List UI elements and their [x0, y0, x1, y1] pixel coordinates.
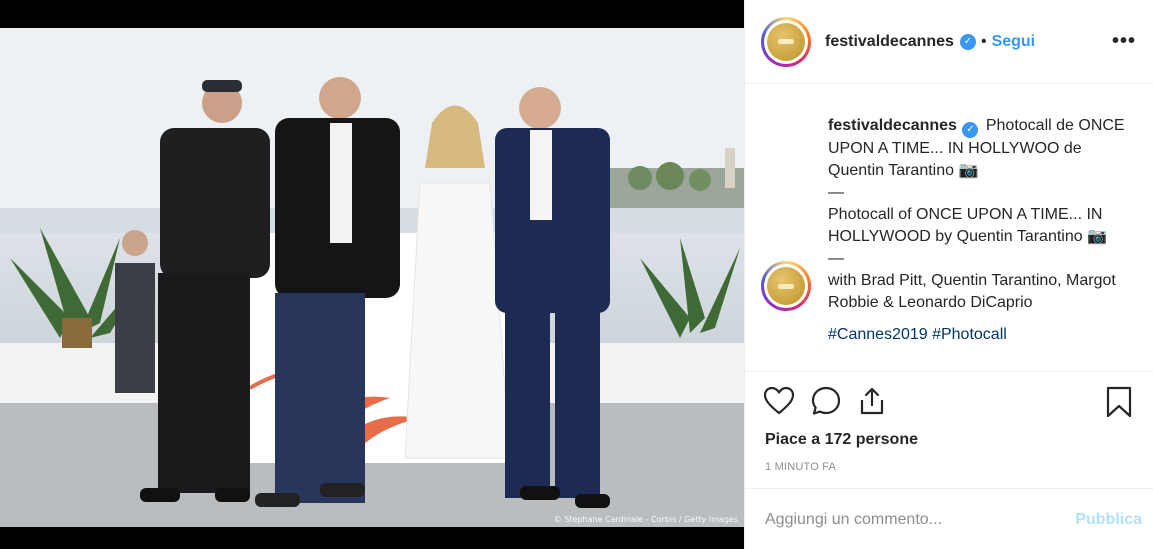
- cannes-logo-icon: [767, 267, 805, 305]
- caption-hashtags[interactable]: #Cannes2019 #Photocall: [828, 326, 1007, 343]
- photo-illustration: [0, 28, 744, 527]
- bookmark-icon[interactable]: [1106, 386, 1132, 418]
- likes-count[interactable]: Piace a 172 persone: [765, 431, 918, 449]
- post-actions: Piace a 172 persone 1 MINUTO FA Pubblica: [745, 371, 1153, 549]
- post-caption: festivaldecannes ✓ Photocall de ONCE UPO…: [828, 115, 1138, 346]
- header-username[interactable]: festivaldecannes: [825, 33, 954, 51]
- post-sidebar: festivaldecannes ✓ • Segui ••• festivald…: [744, 0, 1153, 549]
- header-separator: •: [980, 32, 987, 50]
- follow-button[interactable]: Segui: [992, 33, 1036, 51]
- share-icon[interactable]: [857, 386, 887, 416]
- comment-bubble-icon[interactable]: [811, 386, 841, 416]
- avatar-inner: [764, 19, 808, 64]
- post-header: festivaldecannes ✓ • Segui •••: [745, 0, 1153, 84]
- caption-dash-2: —: [828, 250, 844, 267]
- caption-line-en: Photocall of ONCE UPON A TIME... IN HOLL…: [828, 206, 1107, 245]
- caption-with-line: with Brad Pitt, Quentin Tarantino, Margo…: [828, 272, 1116, 311]
- caption-dash-1: —: [828, 184, 844, 201]
- caption-username[interactable]: festivaldecannes: [828, 117, 957, 134]
- action-icons: [763, 386, 887, 416]
- comment-bar: Pubblica: [745, 488, 1153, 549]
- verified-badge-icon: ✓: [959, 33, 976, 50]
- heart-icon[interactable]: [763, 386, 795, 416]
- post-timestamp[interactable]: 1 MINUTO FA: [765, 461, 836, 473]
- cannes-logo-icon: [767, 22, 805, 61]
- comments-area[interactable]: festivaldecannes ✓ Photocall de ONCE UPO…: [745, 85, 1153, 371]
- comment-input[interactable]: [765, 510, 1055, 529]
- caption-avatar[interactable]: [761, 261, 811, 311]
- post-media: © Stephane Cardinale - Corbis / Getty Im…: [0, 0, 744, 549]
- post-photo[interactable]: © Stephane Cardinale - Corbis / Getty Im…: [0, 28, 744, 527]
- photo-credit: © Stephane Cardinale - Corbis / Getty Im…: [553, 515, 738, 524]
- more-options-icon[interactable]: •••: [1112, 30, 1136, 53]
- publish-button[interactable]: Pubblica: [1075, 511, 1142, 529]
- verified-badge-icon: ✓: [962, 122, 979, 138]
- avatar[interactable]: [761, 16, 811, 67]
